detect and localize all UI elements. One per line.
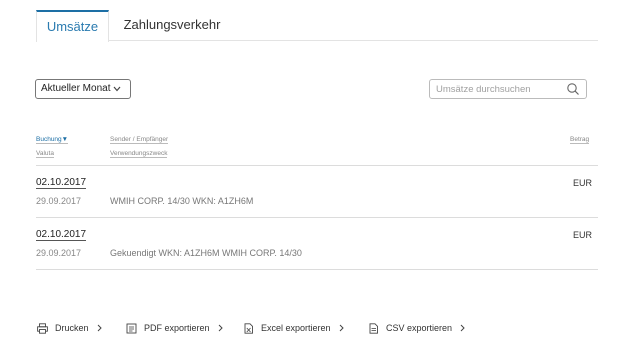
booking-date[interactable]: 02.10.2017	[36, 229, 87, 241]
search-box	[429, 79, 587, 99]
pdf-icon	[126, 323, 137, 333]
printer-icon	[37, 322, 48, 334]
sort-booking-header[interactable]: Buchung▼	[36, 136, 69, 144]
currency-label: EUR	[572, 178, 592, 188]
search-input[interactable]	[436, 83, 556, 96]
excel-export-button[interactable]: Excel exportieren	[243, 320, 351, 336]
csv-icon	[369, 322, 378, 334]
chevron-right-icon	[97, 324, 102, 332]
purpose-text: WMIH CORP. 14/30 WKN: A1ZH6M	[110, 196, 254, 206]
csv-export-label: CSV exportieren	[386, 323, 453, 333]
sender-header[interactable]: Sender / Empfänger	[110, 136, 169, 144]
table-row[interactable]: 02.10.2017 29.09.2017 Gekuendigt WKN: A1…	[36, 218, 598, 270]
booking-date[interactable]: 02.10.2017	[36, 177, 87, 189]
month-filter-dropdown[interactable]: Aktueller Monat	[35, 79, 131, 99]
pdf-export-label: PDF exportieren	[144, 323, 210, 333]
purpose-header[interactable]: Verwendungszweck	[110, 150, 168, 158]
tab-umsaetze[interactable]: Umsätze	[36, 10, 109, 42]
print-button[interactable]: Drucken	[37, 320, 109, 336]
search-icon[interactable]	[566, 82, 580, 96]
table-row[interactable]: 02.10.2017 29.09.2017 WMIH CORP. 14/30 W…	[36, 166, 598, 218]
valuta-date: 29.09.2017	[36, 196, 82, 206]
excel-export-label: Excel exportieren	[261, 323, 331, 333]
valuta-date: 29.09.2017	[36, 248, 82, 258]
chevron-right-icon	[218, 324, 223, 332]
amount-header[interactable]: Betrag	[570, 136, 590, 144]
chevron-right-icon	[339, 324, 344, 332]
purpose-text: Gekuendigt WKN: A1ZH6M WMIH CORP. 14/30	[110, 248, 302, 258]
month-filter-label: Aktueller Monat	[41, 83, 111, 94]
tab-bar: Umsätze Zahlungsverkehr	[36, 10, 598, 42]
excel-icon	[244, 322, 253, 334]
valuta-header[interactable]: Valuta	[36, 150, 54, 158]
chevron-down-icon	[113, 86, 121, 92]
csv-export-button[interactable]: CSV exportieren	[368, 320, 472, 336]
pdf-export-button[interactable]: PDF exportieren	[126, 320, 230, 336]
chevron-right-icon	[460, 324, 465, 332]
tab-zahlungsverkehr[interactable]: Zahlungsverkehr	[122, 10, 222, 41]
currency-label: EUR	[572, 230, 592, 240]
print-label: Drucken	[55, 323, 89, 333]
